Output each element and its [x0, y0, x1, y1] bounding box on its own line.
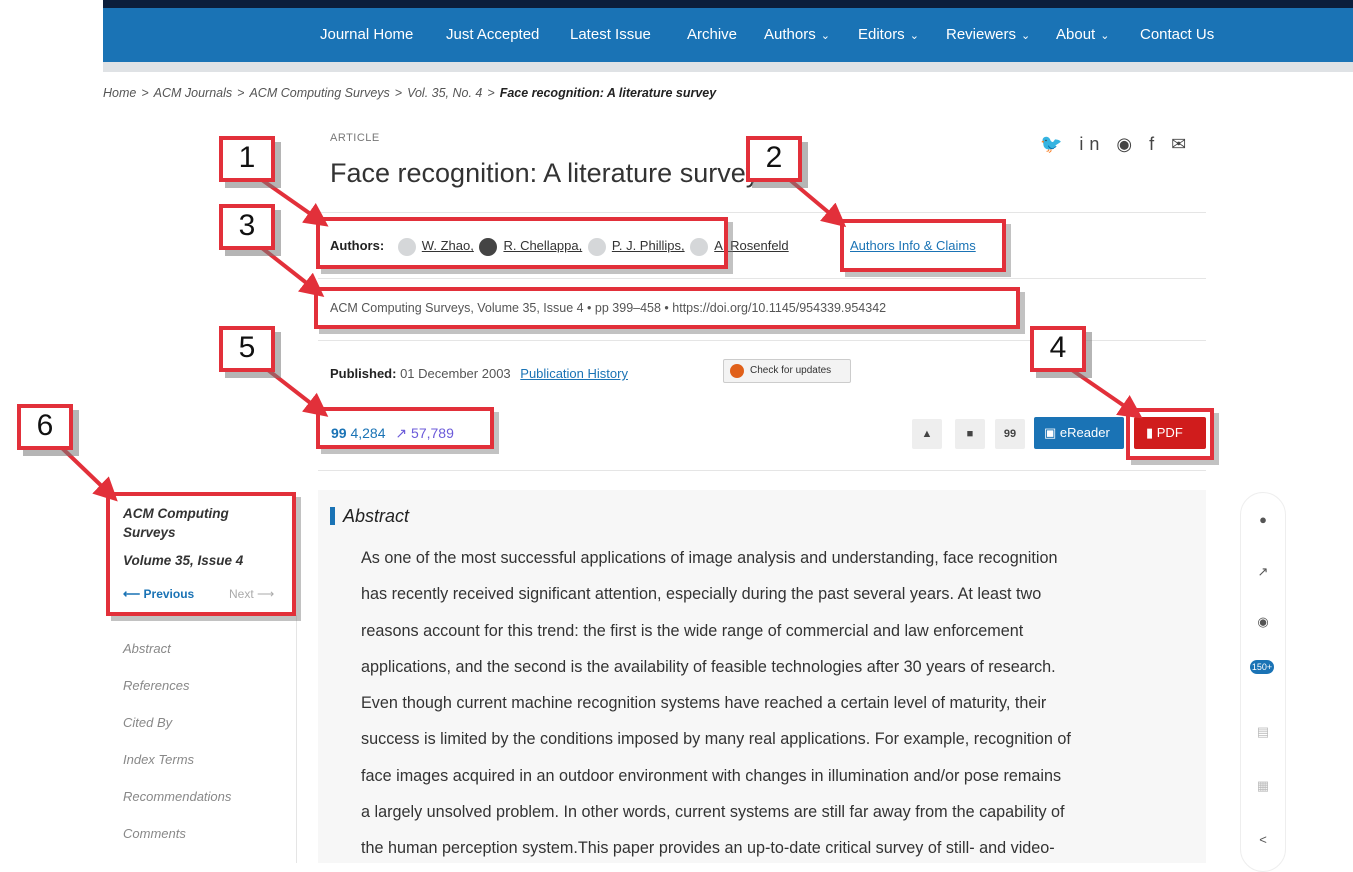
- annotation-marker-2: 2: [746, 136, 802, 182]
- annotation-marker-6: 6: [17, 404, 73, 450]
- annotation-marker-5: 5: [219, 326, 275, 372]
- annotation-marker-3: 3: [219, 204, 275, 250]
- annotation-marker-1: 1: [219, 136, 275, 182]
- annotation-arrows: [60, 178, 1143, 502]
- annotation-marker-4: 4: [1030, 326, 1086, 372]
